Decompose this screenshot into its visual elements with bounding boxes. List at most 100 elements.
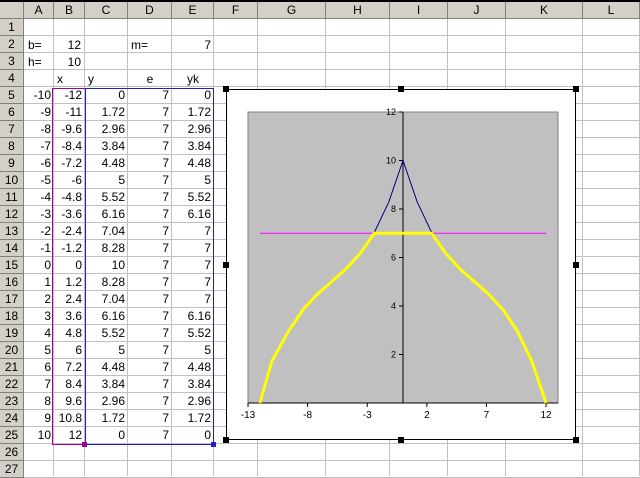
chart-svg: -13 -8 -3 2 7 12 2 4 6 8 10 12 [241,107,559,421]
chart-resize-handle-right[interactable] [573,262,579,268]
column-header-d[interactable]: D [128,2,172,19]
cell-a17[interactable]: 2 [24,291,54,308]
cell-a16[interactable]: 1 [24,274,54,291]
cell-a9[interactable]: -6 [24,155,54,172]
cell-a11[interactable]: -4 [24,189,54,206]
row-header-20[interactable]: 20 [0,342,24,359]
chart-object[interactable]: -13 -8 -3 2 7 12 2 4 6 8 10 12 [226,89,576,440]
chart-resize-handle-top[interactable] [398,86,404,92]
cell-m-value[interactable]: 7 [172,37,214,54]
header-e[interactable]: e [128,71,172,88]
cell-a12[interactable]: -3 [24,206,54,223]
y-tick-label: 10 [386,156,396,166]
cell-a25[interactable]: 10 [24,427,54,444]
row-header-10[interactable]: 10 [0,172,24,189]
cell-a13[interactable]: -2 [24,223,54,240]
row-header-8[interactable]: 8 [0,138,24,155]
cell-a8[interactable]: -7 [24,138,54,155]
row-header-4[interactable]: 4 [0,70,24,87]
cell-a20[interactable]: 5 [24,342,54,359]
row-header-11[interactable]: 11 [0,189,24,206]
row-header-6[interactable]: 6 [0,104,24,121]
y-tick-label: 4 [391,301,396,311]
cell-a21[interactable]: 6 [24,359,54,376]
cell-a23[interactable]: 8 [24,393,54,410]
column-header-i[interactable]: I [390,2,448,19]
cell-a18[interactable]: 3 [24,308,54,325]
column-header-e[interactable]: E [172,2,214,19]
cell-m-label[interactable]: m= [128,37,172,54]
cell-a24[interactable]: 9 [24,410,54,427]
header-x[interactable]: x [54,71,66,88]
chart-resize-handle-bottom[interactable] [398,437,404,443]
row-header-24[interactable]: 24 [0,410,24,427]
chart-resize-handle-top-right[interactable] [573,86,579,92]
row-header-14[interactable]: 14 [0,240,24,257]
cell-a5[interactable]: -10 [24,87,54,104]
x-tick-label: 2 [424,410,430,421]
row-header-2[interactable]: 2 [0,36,24,53]
column-header-f[interactable]: F [214,2,258,19]
row-header-23[interactable]: 23 [0,393,24,410]
row-header-25[interactable]: 25 [0,427,24,444]
chart-resize-handle-top-left[interactable] [223,86,229,92]
x-tick-label: -13 [241,410,256,421]
grid-line-horizontal [24,460,640,461]
row-header-1[interactable]: 1 [0,19,24,36]
spreadsheet: ABCDEFGHIJKL 1 2 3 4 5 6 7 8 9 10 11 12 13 14 15 16 17 18… [0,0,640,478]
column-header-c[interactable]: C [85,2,128,19]
row-header-9[interactable]: 9 [0,155,24,172]
row-header-15[interactable]: 15 [0,257,24,274]
cell-h-value[interactable]: 10 [54,54,84,71]
row-header-7[interactable]: 7 [0,121,24,138]
row-header-16[interactable]: 16 [0,274,24,291]
cell-b-value[interactable]: 12 [54,37,84,54]
y-tick-label: 6 [391,253,396,263]
column-header-k[interactable]: K [506,2,583,19]
x-tick-label: -3 [363,410,372,421]
cell-h-label[interactable]: h= [25,54,54,71]
grid-line-horizontal [24,52,640,53]
row-header-27[interactable]: 27 [0,461,24,478]
row-header-5[interactable]: 5 [0,87,24,104]
column-header-h[interactable]: H [326,2,390,19]
cell-a10[interactable]: -5 [24,172,54,189]
row-header-19[interactable]: 19 [0,325,24,342]
y-tick-label: 12 [386,107,396,117]
column-header-g[interactable]: G [258,2,326,19]
x-range-selection [52,88,86,445]
cell-a15[interactable]: 0 [24,257,54,274]
chart-resize-handle-bottom-left[interactable] [223,437,229,443]
row-header-13[interactable]: 13 [0,223,24,240]
chart-resize-handle-bottom-right[interactable] [573,437,579,443]
cell-a6[interactable]: -9 [24,104,54,121]
x-range-fill-handle[interactable] [82,442,87,447]
column-header-j[interactable]: J [448,2,506,19]
y-tick-label: 8 [391,204,396,214]
grid-line-horizontal [24,35,640,36]
x-tick-label: -8 [303,410,312,421]
row-header-12[interactable]: 12 [0,206,24,223]
x-tick-label: 7 [484,410,490,421]
column-header-a[interactable]: A [24,2,54,19]
cell-a19[interactable]: 4 [24,325,54,342]
row-header-18[interactable]: 18 [0,308,24,325]
row-header-3[interactable]: 3 [0,53,24,70]
select-all-corner[interactable] [0,2,24,19]
row-header-26[interactable]: 26 [0,444,24,461]
chart-resize-handle-left[interactable] [223,262,229,268]
header-y[interactable]: y [85,71,105,88]
row-header-21[interactable]: 21 [0,359,24,376]
column-header-l[interactable]: L [583,2,640,19]
cell-a22[interactable]: 7 [24,376,54,393]
row-header-17[interactable]: 17 [0,291,24,308]
y-tick-label: 2 [391,350,396,360]
cell-a14[interactable]: -1 [24,240,54,257]
row-header-22[interactable]: 22 [0,376,24,393]
column-header-b[interactable]: B [54,2,85,19]
cell-a7[interactable]: -8 [24,121,54,138]
y-range-fill-handle[interactable] [211,442,216,447]
grid-line-horizontal [24,69,640,70]
header-yk[interactable]: yk [172,71,214,88]
cell-b-label[interactable]: b= [25,37,54,54]
